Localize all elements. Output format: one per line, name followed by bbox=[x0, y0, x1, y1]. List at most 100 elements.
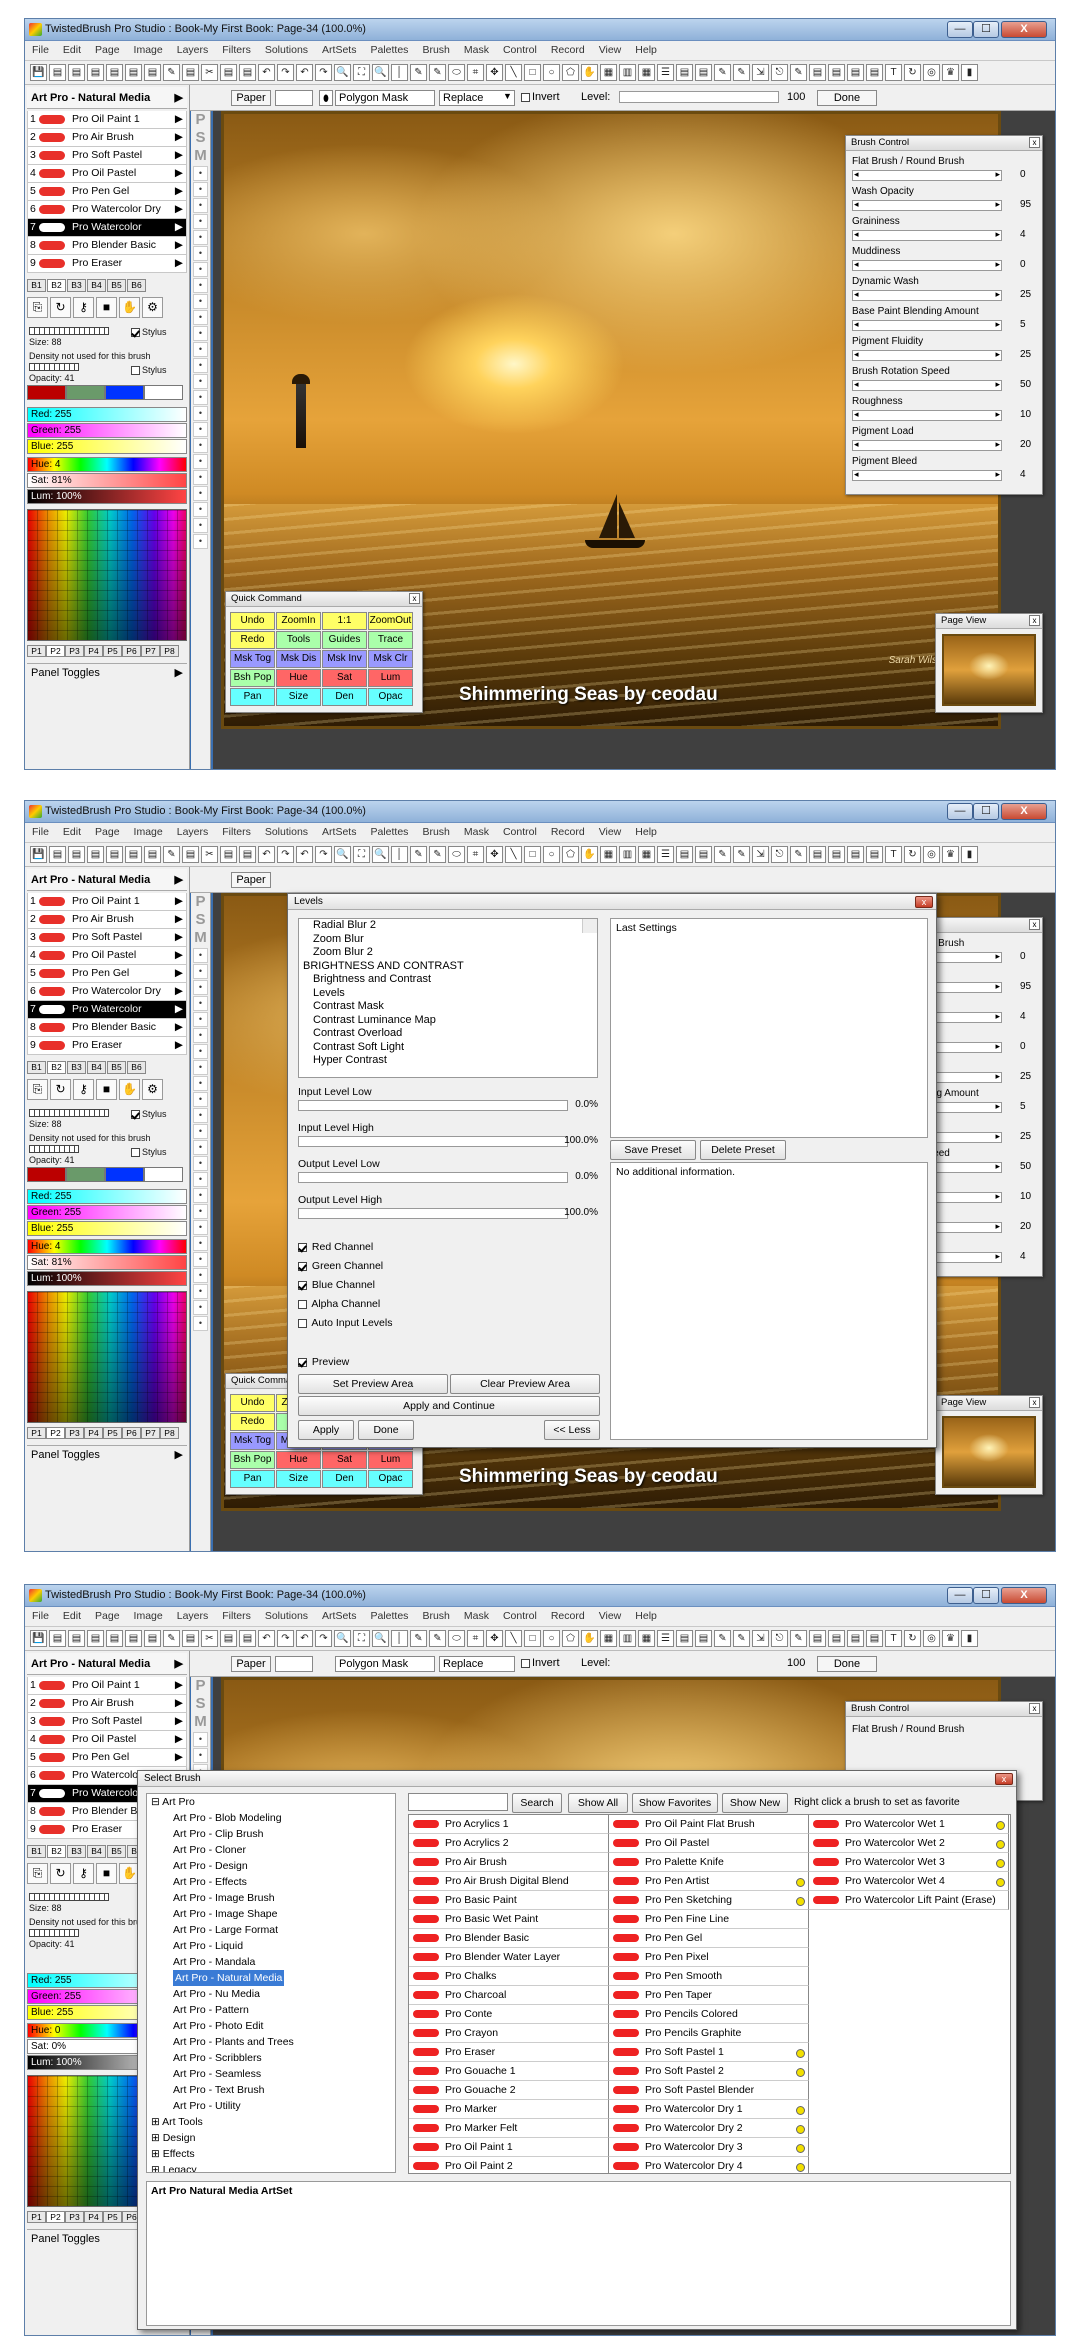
close-button[interactable]: X bbox=[1001, 803, 1047, 820]
chevron-right-icon[interactable]: ▶ bbox=[175, 129, 183, 146]
brush-slot-3[interactable]: 3 Pro Soft Pastel ▶ bbox=[27, 1713, 187, 1731]
last-settings-box[interactable]: Last Settings bbox=[610, 918, 928, 1138]
brush-grid-item[interactable]: Pro Pencils Graphite bbox=[609, 2024, 809, 2043]
menu-record[interactable]: Record bbox=[544, 41, 592, 59]
palette-tab-p6[interactable]: P6 bbox=[122, 645, 141, 657]
toolbar-tool-icon[interactable]: ▤ bbox=[239, 64, 256, 81]
toolbar-tool-icon[interactable]: ▤ bbox=[866, 846, 883, 863]
maximize-button[interactable]: ☐ bbox=[973, 1587, 999, 1604]
quick-command-size[interactable]: Size bbox=[276, 1470, 321, 1488]
quick-command-1-1[interactable]: 1:1 bbox=[322, 612, 367, 630]
brush-control-slider[interactable] bbox=[852, 319, 1002, 331]
swatch-red[interactable] bbox=[27, 385, 66, 400]
tree-item[interactable]: Art Pro - Image Shape bbox=[147, 1906, 395, 1922]
swatch-green[interactable] bbox=[66, 1167, 105, 1182]
key-icon[interactable]: ⚷ bbox=[73, 297, 94, 318]
brush-grid-item[interactable]: Pro Watercolor Dry 1 bbox=[609, 2100, 809, 2119]
tree-item[interactable]: Art Pro - Utility bbox=[147, 2098, 395, 2114]
toolbar-tool-icon[interactable]: ▥ bbox=[619, 1630, 636, 1647]
toolbar-tool-icon[interactable]: ✎ bbox=[410, 1630, 427, 1647]
expand-icon[interactable]: ⊞ bbox=[151, 2164, 163, 2172]
menu-solutions[interactable]: Solutions bbox=[258, 1607, 315, 1625]
toolbar-tool-icon[interactable]: ▤ bbox=[125, 846, 142, 863]
toolbar-tool-icon[interactable]: ✎ bbox=[410, 846, 427, 863]
toolbar-tool-icon[interactable]: ↻ bbox=[904, 64, 921, 81]
chevron-right-icon[interactable]: ▶ bbox=[175, 1713, 183, 1730]
toolbar-tool-icon[interactable]: ▤ bbox=[106, 846, 123, 863]
brush-tab-b1[interactable]: B1 bbox=[27, 1061, 46, 1074]
toolbar-tool-icon[interactable]: ↶ bbox=[258, 1630, 275, 1647]
size-slider[interactable] bbox=[29, 327, 109, 335]
toolbar-tool-icon[interactable]: ▤ bbox=[809, 846, 826, 863]
tree-item[interactable]: Art Pro - Cloner bbox=[147, 1842, 395, 1858]
opacity-slider[interactable] bbox=[29, 1929, 79, 1937]
toolbar-tool-icon[interactable]: ▤ bbox=[676, 846, 693, 863]
green-channel-bar[interactable]: Green: 255 bbox=[27, 1205, 187, 1220]
toolbar-tool-icon[interactable]: ⬭ bbox=[448, 64, 465, 81]
show-new-button[interactable]: Show New bbox=[722, 1793, 788, 1813]
apply-button[interactable]: Apply bbox=[298, 1420, 354, 1440]
page-thumbnail[interactable] bbox=[942, 1416, 1036, 1488]
close-icon[interactable]: x bbox=[1029, 137, 1040, 148]
brush-grid-item[interactable]: Pro Pen Artist bbox=[609, 1872, 809, 1891]
brush-tab-b2[interactable]: B2 bbox=[47, 1061, 66, 1074]
maximize-button[interactable]: ☐ bbox=[973, 803, 999, 820]
toolbar-tool-icon[interactable]: ╲ bbox=[505, 846, 522, 863]
chevron-right-icon[interactable]: ▶ bbox=[175, 165, 183, 182]
toolbar-tool-icon[interactable]: ▤ bbox=[49, 846, 66, 863]
panel-dot-icon[interactable]: • bbox=[193, 1236, 208, 1251]
close-icon[interactable]: x bbox=[1029, 615, 1040, 626]
swatch-white[interactable] bbox=[144, 385, 183, 400]
brush-tab-b1[interactable]: B1 bbox=[27, 1845, 46, 1858]
panel-dot-icon[interactable]: • bbox=[193, 964, 208, 979]
tree-item[interactable]: Art Pro - Pattern bbox=[147, 2002, 395, 2018]
quick-command-sat[interactable]: Sat bbox=[322, 1451, 367, 1469]
artset-button[interactable]: Art Pro - Natural Media ▶ bbox=[27, 869, 187, 891]
brush-slot-3[interactable]: 3 Pro Soft Pastel ▶ bbox=[27, 929, 187, 947]
toolbar-tool-icon[interactable]: ↻ bbox=[904, 846, 921, 863]
brush-grid-item[interactable]: Pro Basic Wet Paint bbox=[409, 1910, 609, 1929]
panel-dot-icon[interactable]: • bbox=[193, 406, 208, 421]
brush-grid-item[interactable]: Pro Soft Pastel 1 bbox=[609, 2043, 809, 2062]
toolbar-tool-icon[interactable]: ○ bbox=[543, 846, 560, 863]
toolbar-tool-icon[interactable]: ✋ bbox=[581, 64, 598, 81]
brush-slot-7[interactable]: 7 Pro Watercolor ▶ bbox=[27, 219, 187, 237]
menu-brush[interactable]: Brush bbox=[415, 41, 456, 59]
brush-grid-item[interactable]: Pro Oil Paint Flat Brush bbox=[609, 1815, 809, 1834]
toolbar-tool-icon[interactable]: ▤ bbox=[239, 846, 256, 863]
toolbar-tool-icon[interactable]: ☰ bbox=[657, 846, 674, 863]
panel-dot-icon[interactable]: • bbox=[193, 1732, 208, 1747]
brush-slot-7[interactable]: 7 Pro Watercolor ▶ bbox=[27, 1001, 187, 1019]
quick-command-guides[interactable]: Guides bbox=[322, 631, 367, 649]
brush-grid-item[interactable]: Pro Pen Sketching bbox=[609, 1891, 809, 1910]
toolbar-tool-icon[interactable]: □ bbox=[524, 64, 541, 81]
toolbar-tool-icon[interactable]: ↷ bbox=[277, 1630, 294, 1647]
panel-dot-icon[interactable]: • bbox=[193, 1268, 208, 1283]
stylus-size-checkbox[interactable] bbox=[131, 328, 140, 338]
toolbar-tool-icon[interactable]: ✎ bbox=[163, 1630, 180, 1647]
gear-icon[interactable]: ⚙ bbox=[142, 1079, 163, 1100]
panel-dot-icon[interactable]: • bbox=[193, 1060, 208, 1075]
panel-dot-icon[interactable]: • bbox=[193, 294, 208, 309]
quick-command-zoomin[interactable]: ZoomIn bbox=[276, 612, 321, 630]
copy-icon[interactable]: ⎘ bbox=[27, 1079, 48, 1100]
quick-command-opac[interactable]: Opac bbox=[368, 688, 413, 706]
quick-command-pan[interactable]: Pan bbox=[230, 1470, 275, 1488]
green-channel-checkbox[interactable] bbox=[298, 1261, 307, 1271]
toolbar-tool-icon[interactable]: ▦ bbox=[600, 64, 617, 81]
expand-icon[interactable]: ⊞ bbox=[151, 2132, 163, 2144]
square-icon[interactable]: ■ bbox=[96, 1079, 117, 1100]
quick-command-bsh-pop[interactable]: Bsh Pop bbox=[230, 669, 275, 687]
toolbar-tool-icon[interactable]: ↷ bbox=[277, 846, 294, 863]
brush-grid-item[interactable]: Pro Pen Fine Line bbox=[609, 1910, 809, 1929]
toolbar-tool-icon[interactable]: ☰ bbox=[657, 1630, 674, 1647]
menu-mask[interactable]: Mask bbox=[457, 1607, 496, 1625]
palette-tab-p8[interactable]: P8 bbox=[160, 1427, 179, 1439]
toolbar-tool-icon[interactable]: ⌗ bbox=[467, 64, 484, 81]
panel-dot-icon[interactable]: • bbox=[193, 358, 208, 373]
menu-help[interactable]: Help bbox=[628, 41, 664, 59]
psm-p-button[interactable]: P bbox=[191, 1677, 210, 1695]
close-icon[interactable]: x bbox=[1029, 919, 1040, 930]
panel-dot-icon[interactable]: • bbox=[193, 1284, 208, 1299]
toolbar-tool-icon[interactable]: ✎ bbox=[790, 1630, 807, 1647]
